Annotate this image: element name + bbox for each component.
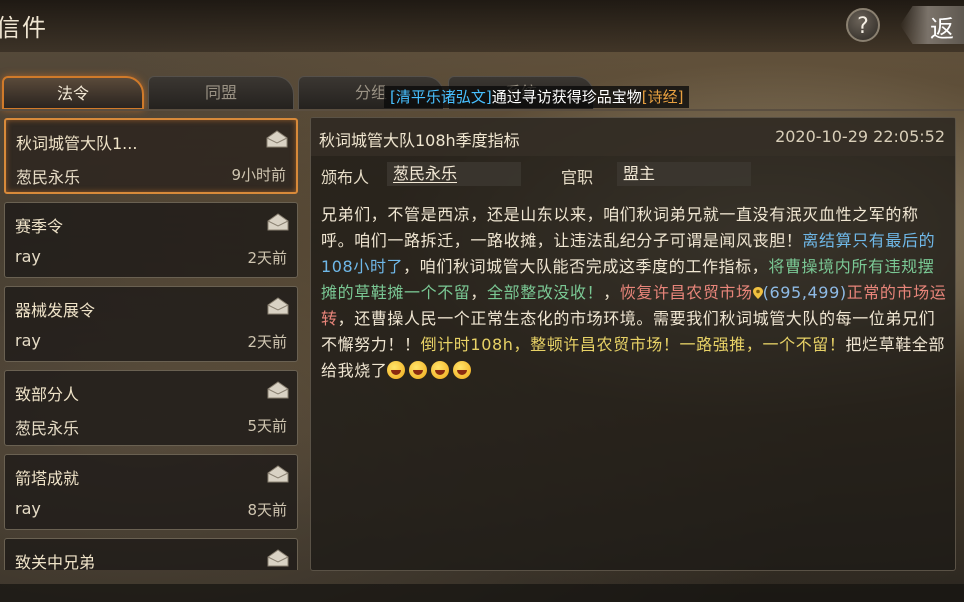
envelope-icon bbox=[267, 213, 289, 231]
envelope-icon bbox=[267, 297, 289, 315]
message-sender: ray bbox=[15, 247, 41, 266]
detail-header: 秋词城管大队108h季度指标 2020-10-29 22:05:52 bbox=[311, 118, 955, 156]
bottom-bar bbox=[0, 584, 964, 602]
body-segment: ， bbox=[470, 283, 488, 302]
laughing-emoji-icon bbox=[409, 361, 428, 379]
body-segment: ，咱们秋词城管大队能否完成这季度的工作指标， bbox=[403, 257, 769, 276]
marquee-player[interactable]: [清平乐诸弘文] bbox=[390, 88, 492, 106]
body-segment: ， bbox=[603, 283, 620, 302]
title-bar: 信件 ? 返 bbox=[0, 0, 964, 52]
back-button[interactable]: 返 bbox=[930, 9, 954, 44]
sender-name[interactable]: 葱民永乐 bbox=[393, 164, 457, 183]
message-title: 器械发展令 bbox=[15, 301, 96, 320]
message-time: 2天前 bbox=[247, 249, 287, 267]
broadcast-marquee: [清平乐诸弘文]通过寻访获得珍品宝物[诗经] bbox=[384, 86, 690, 108]
envelope-icon bbox=[267, 465, 289, 483]
tabs-divider bbox=[0, 109, 964, 111]
sender-field[interactable]: 葱民永乐 bbox=[387, 162, 521, 186]
message-title: 箭塔成就 bbox=[15, 469, 80, 488]
tab-alliance[interactable]: 同盟 bbox=[148, 76, 294, 110]
message-item[interactable]: 箭塔成就 ray 8天前 bbox=[4, 454, 298, 530]
message-title: 秋词城管大队1... bbox=[16, 134, 138, 153]
message-body: 兄弟们，不管是西凉，还是山东以来，咱们秋词弟兄就一直没有泯灭血性之军的称呼。咱们… bbox=[321, 202, 947, 384]
message-item[interactable]: 致部分人葱民永乐 5天前 bbox=[4, 370, 298, 446]
help-button[interactable]: ? bbox=[846, 8, 880, 42]
message-sender: ray bbox=[15, 331, 41, 350]
message-item[interactable]: 秋词城管大队1... 葱民永乐 9小时前 bbox=[4, 118, 298, 194]
location-pin-icon bbox=[752, 281, 763, 299]
message-item[interactable]: 器械发展令 ray 2天前 bbox=[4, 286, 298, 362]
message-title: 致关中兄弟 bbox=[15, 553, 96, 570]
message-title: 致部分人 bbox=[15, 385, 80, 404]
envelope-icon bbox=[266, 130, 288, 148]
message-time: 2天前 bbox=[247, 333, 287, 351]
role-label: 官职 bbox=[561, 168, 594, 187]
message-title: 赛季令 bbox=[15, 217, 64, 236]
envelope-icon bbox=[267, 381, 289, 399]
message-time: 9小时前 bbox=[231, 166, 286, 184]
role-field: 盟主 bbox=[617, 162, 751, 186]
marquee-text: 通过寻访获得珍品宝物 bbox=[491, 88, 642, 106]
message-sender: 葱民永乐 bbox=[16, 168, 81, 187]
body-segment: 全部整改没收！ bbox=[487, 283, 604, 302]
message-time: 8天前 bbox=[247, 501, 287, 519]
envelope-icon bbox=[267, 549, 289, 567]
tab-decree[interactable]: 法令 bbox=[2, 76, 144, 110]
coordinate-link[interactable]: (695,499) bbox=[763, 283, 847, 302]
detail-date: 2020-10-29 22:05:52 bbox=[775, 127, 945, 146]
message-sender: 葱民永乐 bbox=[15, 419, 80, 438]
message-time: 5天前 bbox=[247, 417, 287, 435]
role-value: 盟主 bbox=[623, 164, 656, 183]
laughing-emoji-icon bbox=[431, 361, 450, 379]
message-detail: 秋词城管大队108h季度指标 2020-10-29 22:05:52 颁布人 葱… bbox=[310, 117, 956, 571]
body-segment: 恢复许昌农贸市场 bbox=[619, 283, 753, 302]
laughing-emoji-icon bbox=[387, 361, 406, 379]
message-item[interactable]: 赛季令 ray 2天前 bbox=[4, 202, 298, 278]
message-item[interactable]: 致关中兄弟 bbox=[4, 538, 298, 570]
marquee-item[interactable]: [诗经] bbox=[642, 88, 684, 106]
sender-label: 颁布人 bbox=[321, 168, 370, 187]
message-list: 秋词城管大队1... 葱民永乐 9小时前 赛季令 ray 2天前 器械发展令 ray 2天前 致部… bbox=[4, 116, 300, 570]
laughing-emoji-icon bbox=[453, 361, 472, 379]
message-sender: ray bbox=[15, 499, 41, 518]
detail-subject: 秋词城管大队108h季度指标 bbox=[319, 131, 520, 150]
body-segment: 倒计时108h，整顿许昌农贸市场！一路强推，一个不留！ bbox=[420, 335, 846, 354]
page-title: 信件 bbox=[0, 14, 48, 42]
